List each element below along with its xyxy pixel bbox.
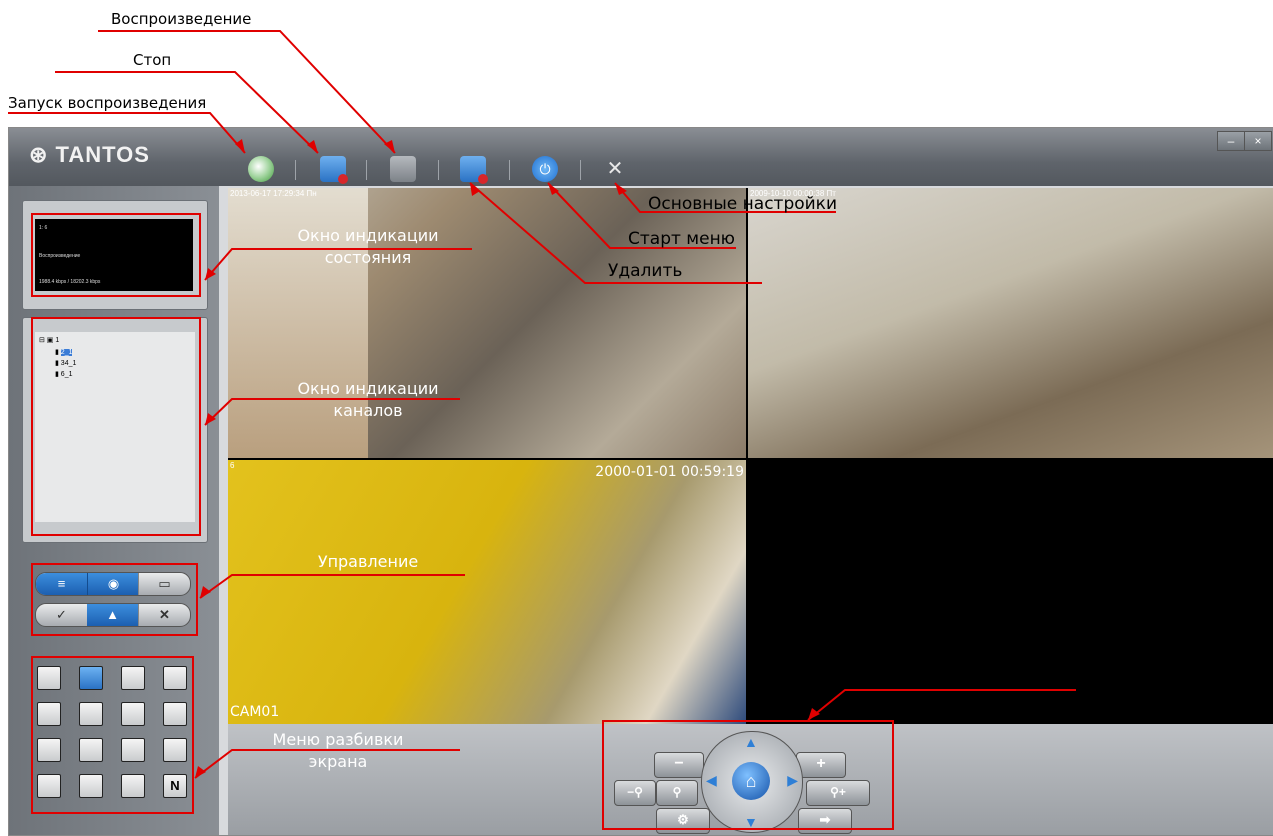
- callout-delete: Удалить: [608, 261, 683, 281]
- callout-split-menu: Меню разбивки экрана: [236, 729, 440, 773]
- callout-split-line-2: экрана: [308, 752, 368, 771]
- callout-ptz-line-1: Меню управления: [883, 669, 1037, 688]
- callout-ptz-line-2: PTZ: [944, 691, 976, 710]
- arrowhead: [195, 766, 206, 778]
- annotation-lines: [8, 30, 1076, 779]
- arrowhead: [235, 139, 245, 153]
- callout-split-line-1: Меню разбивки: [272, 730, 404, 749]
- callout-channels-line-1: Окно индикации: [297, 379, 439, 398]
- callout-start-menu: Старт меню: [628, 229, 735, 249]
- callout-control: Управление: [317, 552, 419, 571]
- callout-status-window: Окно индикации состояния: [266, 225, 470, 269]
- arrowhead: [615, 183, 627, 195]
- callout-status-line-1: Окно индикации: [297, 226, 439, 245]
- callout-ptz-menu: Меню управления PTZ: [858, 668, 1062, 712]
- leader-playback: [98, 30, 396, 154]
- arrowhead: [307, 140, 318, 153]
- callout-channels-window: Окно индикации каналов: [266, 378, 470, 422]
- callout-status-line-2: состояния: [324, 248, 412, 267]
- callout-channels-line-2: каналов: [333, 401, 403, 420]
- leader-control: [199, 574, 465, 599]
- arrowhead: [808, 708, 820, 720]
- callout-main-settings: Основные настройки: [648, 194, 838, 214]
- arrowhead: [200, 586, 211, 598]
- leader-start-playback: [8, 112, 246, 154]
